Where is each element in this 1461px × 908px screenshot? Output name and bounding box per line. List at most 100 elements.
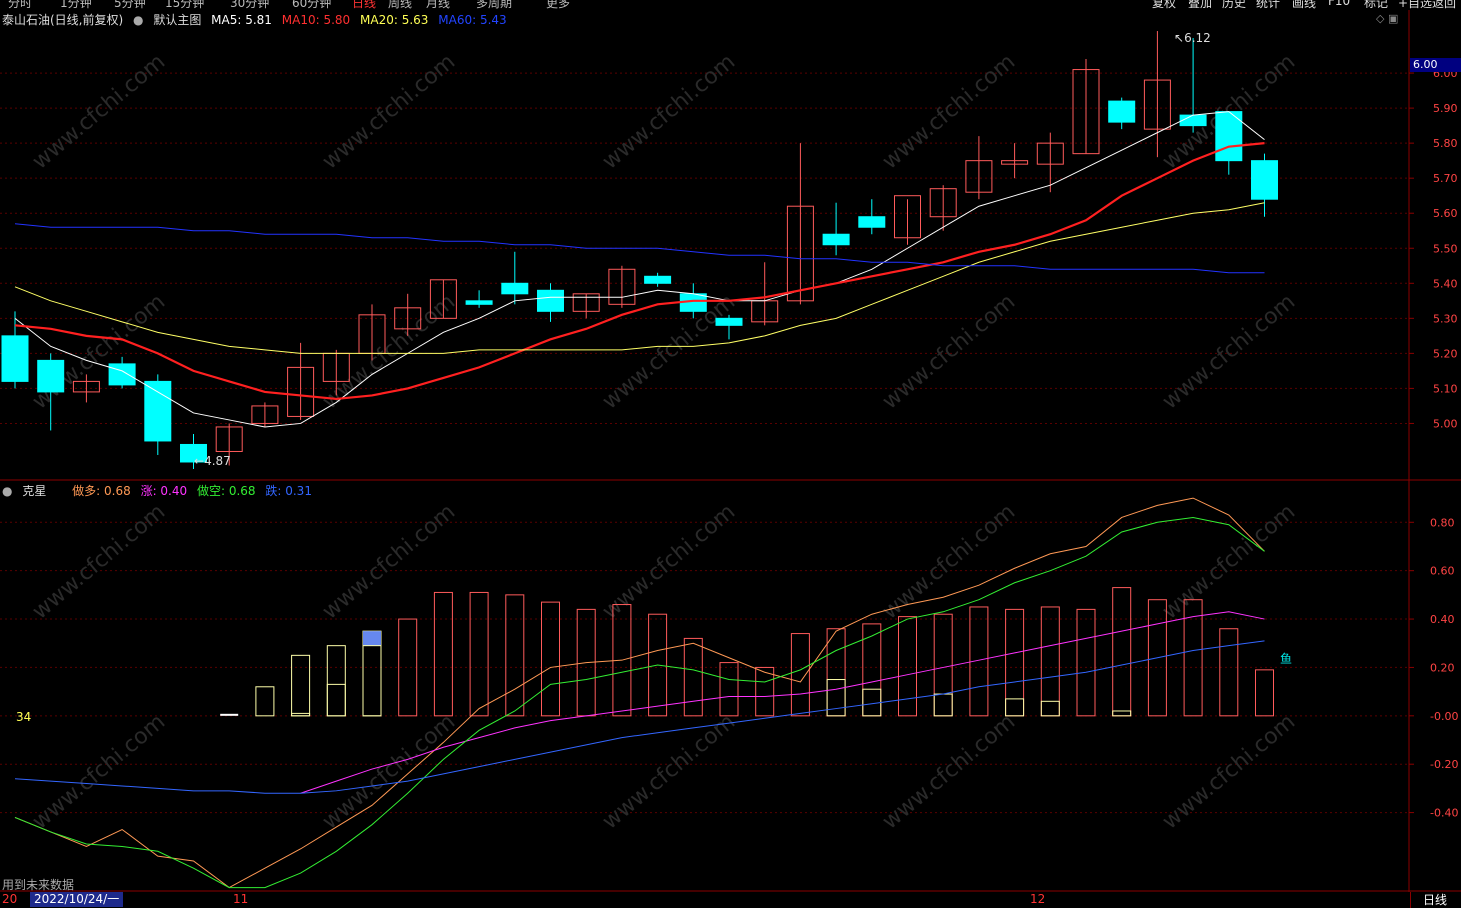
indicator-inner-bar (1005, 698, 1025, 717)
watermark-text: www.cfchi.com (28, 49, 170, 174)
watermark-text: www.cfchi.com (878, 709, 1020, 834)
price-tick-label: 5.00 (1433, 417, 1458, 430)
watermark-text: www.cfchi.com (1158, 289, 1300, 414)
stock-title: 泰山石油(日线,前复权) (2, 13, 124, 27)
indicator-inner-bar (291, 712, 311, 717)
cursor-date-tag: 2022/10/24/一 (30, 892, 124, 907)
indicator-bar (291, 654, 311, 717)
price-tick-label: 5.30 (1433, 312, 1458, 325)
current-price-tag: 6.00 (1410, 58, 1461, 72)
fish-signal-label: 鱼 (1280, 652, 1293, 666)
price-tick-label: 5.70 (1433, 172, 1458, 185)
indicator-bar (255, 686, 275, 717)
date-axis (0, 892, 1461, 908)
indicator-inner-bar (1112, 710, 1132, 717)
indicator-tick-label: 0.20 (1430, 661, 1455, 674)
watermark-text: www.cfchi.com (598, 709, 740, 834)
template-name[interactable]: 默认主图 (153, 13, 201, 27)
indicator-inner-bar (933, 693, 953, 717)
price-tick-label: 5.50 (1433, 242, 1458, 255)
indicator-tick-label: -0.40 (1430, 807, 1458, 820)
month-label-12: 12 (1030, 892, 1046, 906)
indicator-legend: ● 克星 做多: 0.68 涨: 0.40 做空: 0.68 跌: 0.31 (2, 482, 318, 498)
price-tick-label: 5.20 (1433, 347, 1458, 360)
indicator-tick-label: 0.40 (1430, 613, 1455, 626)
watermark-text: www.cfchi.com (878, 49, 1020, 174)
indicator-bar (1255, 669, 1274, 717)
indicator-bar (862, 623, 882, 717)
template-icon[interactable]: ● (133, 13, 143, 27)
candle-body (108, 363, 136, 386)
price-chart (1, 31, 1278, 469)
watermark-text: www.cfchi.com (28, 499, 170, 624)
high-value: 6.12 (1184, 31, 1211, 45)
watermark-text: www.cfchi.com (878, 499, 1020, 624)
indicator-bar (719, 662, 739, 717)
indicator-name[interactable]: 克星 (22, 484, 46, 498)
price-tick-label: 5.40 (1433, 277, 1458, 290)
indicator-bar (755, 666, 775, 717)
indicator-tick-label: -0.20 (1430, 758, 1458, 771)
watermark-text: www.cfchi.com (318, 289, 460, 414)
indicator-tick-label: 0.60 (1430, 565, 1455, 578)
watermark-text: www.cfchi.com (598, 289, 740, 414)
zhang-label: 涨: 0.40 (140, 484, 188, 498)
candle-body (644, 275, 672, 284)
indicator-bar (1219, 628, 1239, 717)
grid-layer (0, 72, 1409, 814)
indicator-tick-label: -0.00 (1430, 710, 1458, 723)
indicator-value-label: 34 (16, 710, 32, 724)
indicator-bar (683, 637, 703, 717)
ma5-label: MA5: 5.81 (211, 13, 272, 27)
date-axis-prefix: 20 (2, 892, 18, 906)
high-price-label: ↖6.12 (1174, 31, 1211, 45)
price-tick-label: 5.90 (1433, 102, 1458, 115)
watermark-text: www.cfchi.com (318, 499, 460, 624)
indicator-bar (1112, 587, 1132, 717)
indicator-toggle-icon[interactable]: ● (2, 484, 12, 498)
indicator-bar (1076, 608, 1096, 717)
candle-body (715, 317, 743, 326)
candle-body (822, 233, 850, 246)
indicator-inner-bar (362, 645, 382, 717)
ma60-label: MA60: 5.43 (438, 13, 507, 27)
watermark-text: www.cfchi.com (598, 49, 740, 174)
watermark-text: www.cfchi.com (598, 499, 740, 624)
indicator-line-1 (300, 611, 1265, 794)
indicator-bar (790, 633, 810, 717)
indicator-bar (1005, 608, 1025, 717)
zuokong-label: 做空: 0.68 (196, 484, 256, 498)
indicator-bar (505, 594, 525, 717)
month-label-11: 11 (233, 892, 249, 906)
future-data-note: 用到未来数据 (2, 878, 75, 892)
low-value: 4.87 (204, 454, 231, 468)
watermark-text: www.cfchi.com (28, 709, 170, 834)
indicator-bar (933, 613, 953, 717)
main-legend: 泰山石油(日线,前复权) ● 默认主图 MA5: 5.81 MA10: 5.80… (2, 11, 513, 27)
indicator-bar (898, 616, 917, 717)
ma-line-ma20 (14, 202, 1265, 354)
candle-body (37, 359, 65, 393)
candle-body (1179, 114, 1207, 127)
period-selector[interactable]: 日线 (1410, 892, 1461, 908)
watermark-text: www.cfchi.com (1158, 499, 1300, 624)
indicator-chart (14, 497, 1274, 889)
candle-body (144, 380, 172, 442)
watermark-text: www.cfchi.com (318, 49, 460, 174)
ma-line-ma60 (14, 223, 1265, 274)
indicator-bar (826, 628, 846, 717)
candle-body (1251, 160, 1278, 200)
price-tick-label: 5.10 (1433, 382, 1458, 395)
ma10-label: MA10: 5.80 (281, 13, 351, 27)
indicator-inner-bar (1040, 700, 1060, 717)
low-price-label: ←4.87 (194, 454, 231, 468)
diamond-icon[interactable]: ◇ ▣ (1376, 12, 1398, 25)
die-label: 跌: 0.31 (265, 484, 312, 498)
watermark-text: www.cfchi.com (1158, 709, 1300, 834)
ma20-label: MA20: 5.63 (360, 13, 429, 27)
indicator-bar (1040, 606, 1060, 717)
candle-body (1108, 100, 1136, 123)
indicator-bar (433, 591, 453, 717)
zuoduo-label: 做多: 0.68 (72, 484, 131, 498)
price-tick-label: 5.80 (1433, 137, 1458, 150)
